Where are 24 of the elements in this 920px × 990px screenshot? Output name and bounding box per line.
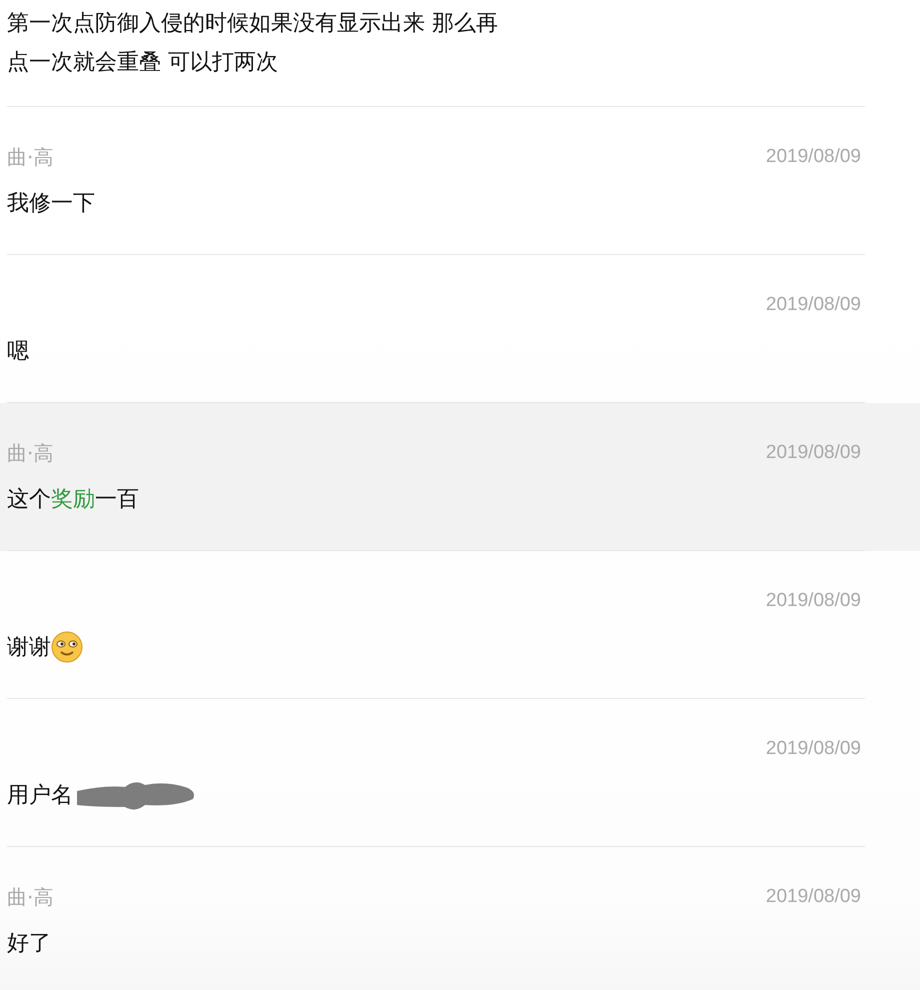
smiley-emoji-icon <box>51 631 83 663</box>
message-date: 2019/08/09 <box>766 146 861 168</box>
message-text: 用户名 <box>7 782 73 810</box>
message-date: 2019/08/09 <box>766 738 861 760</box>
message-row[interactable]: 曲·高 2019/08/09 好了 <box>0 847 920 990</box>
message-row[interactable]: 曲·高 2019/08/09 这个奖励一百 <box>0 403 920 551</box>
sender-name: 曲·高 <box>7 440 54 466</box>
message-text: 我修一下 <box>7 190 95 218</box>
message-text: 谢谢 <box>7 634 51 662</box>
message-text: 点一次就会重叠 可以打两次 <box>7 49 279 77</box>
message-date: 2019/08/09 <box>766 590 861 612</box>
message-row[interactable]: 2019/08/09 用户名 <box>0 699 920 847</box>
message-text: 第一次点防御入侵的时候如果没有显示出来 那么再 <box>7 10 499 38</box>
message-row[interactable]: 2019/08/09 谢谢 <box>0 551 920 699</box>
sender-name: 曲·高 <box>7 144 54 170</box>
message-text: 这个 <box>7 486 51 514</box>
message-date: 2019/08/09 <box>766 886 861 908</box>
message-date: 2019/08/09 <box>766 294 861 316</box>
message-text: 嗯 <box>7 338 29 366</box>
message-text: 好了 <box>7 930 51 958</box>
message-text: 一百 <box>95 486 139 514</box>
message-row[interactable]: 曲·高 2019/08/09 我修一下 <box>0 107 920 255</box>
message-date: 2019/08/09 <box>766 442 861 464</box>
sender-name: 曲·高 <box>7 884 54 910</box>
